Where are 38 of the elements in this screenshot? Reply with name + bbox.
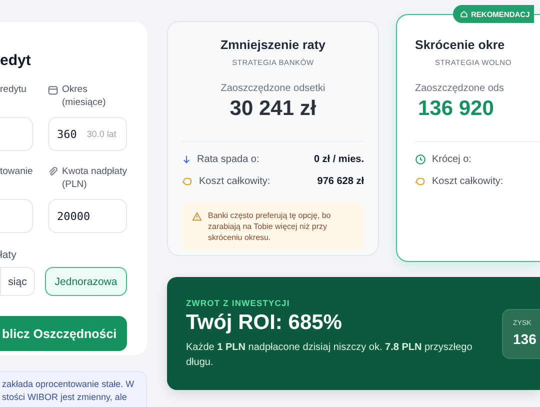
arrow-down-icon: [182, 154, 191, 164]
option-button[interactable]: siąc: [0, 267, 35, 296]
warning-icon: [192, 212, 202, 221]
info-note: zakłada oprocentowanie stałe. W stości WIBOR jest zmienny, ale: [0, 371, 147, 407]
row-label: Rata spada o:: [197, 154, 260, 164]
input-field[interactable]: 360 30.0 lat: [48, 117, 127, 151]
roi-title: Twój ROI: 685%: [186, 310, 343, 334]
form-title: edyt: [0, 52, 32, 69]
row-label: Koszt całkowity:: [199, 176, 270, 186]
input-field[interactable]: 20000: [48, 199, 127, 233]
input-field[interactable]: [0, 199, 33, 233]
row-label: Koszt całkowity:: [432, 176, 504, 186]
option-button[interactable]: Jednorazowa: [45, 267, 127, 296]
paperclip-icon: [48, 167, 58, 177]
field-label: Okres (miesiące): [62, 83, 107, 109]
metric-value: 30 241 zł: [228, 97, 318, 121]
card-title: Skrócenie okre: [415, 38, 506, 52]
metric-value: 136 920: [417, 97, 495, 121]
row-label: Krócej o:: [432, 154, 472, 164]
field-label: Kwota nadpłaty (PLN): [62, 165, 127, 191]
input-suffix: 30.0 lat: [86, 129, 116, 139]
row-value: 0 zł / mies.: [314, 154, 364, 164]
home-icon: [460, 10, 468, 18]
calendar-icon: [48, 85, 58, 95]
input-field[interactable]: [0, 117, 33, 151]
profit-value: 136: [513, 330, 538, 346]
metric-label: Zaoszczędzone ods: [415, 83, 505, 94]
metric-label: Zaoszczędzone odsetki: [220, 83, 326, 94]
warning-text: Banki często preferują tę opcję, bo zarabiają na Tobie więcej niż przy skróceniu okresu.: [208, 210, 332, 243]
roi-description: Każde 1 PLN nadpłacone dzisiaj niszczy ok. 7.8 PLN przyszłego długu.: [186, 340, 474, 370]
clock-icon: [415, 154, 426, 164]
roi-eyebrow: ZWROT Z INWESTYCJI: [186, 298, 291, 308]
field-label: towanie: [0, 165, 33, 178]
row-value: 976 628 zł: [317, 176, 364, 186]
field-label: redytu: [0, 83, 26, 96]
calculate-button[interactable]: blicz Oszczędności: [0, 316, 127, 351]
card-title: Zmniejszenie raty: [220, 38, 326, 52]
field-label: łaty: [0, 249, 18, 261]
